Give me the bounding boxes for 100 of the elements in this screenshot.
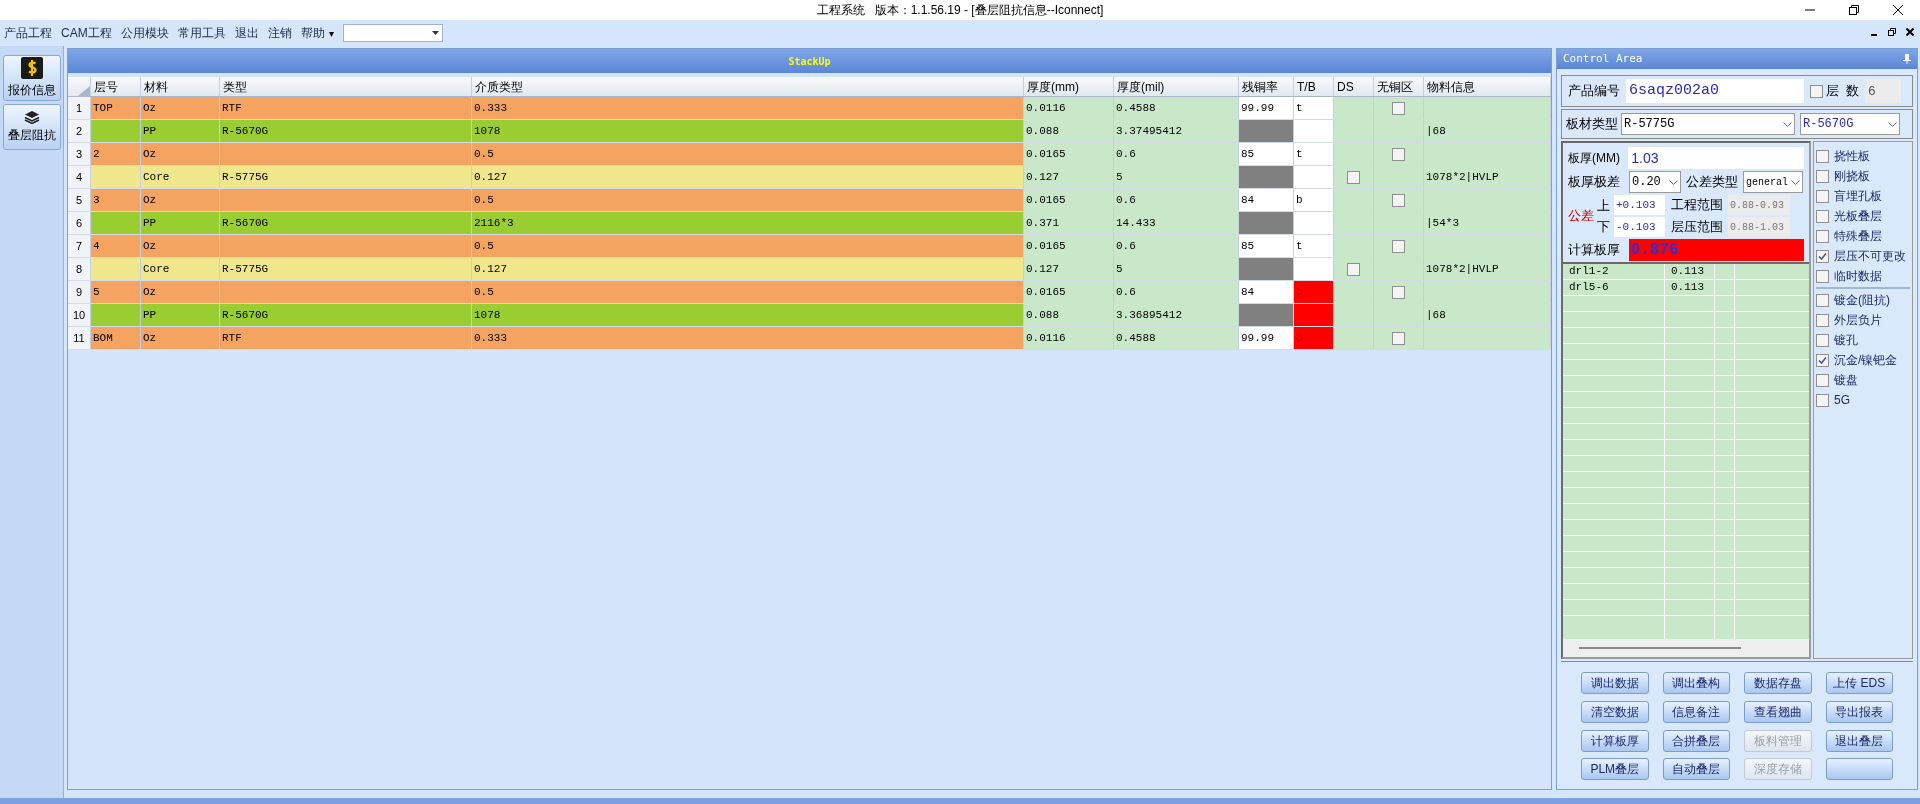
- checkbox[interactable]: [1392, 285, 1405, 299]
- dropdown[interactable]: general: [1743, 171, 1803, 193]
- action-button[interactable]: 查看翘曲: [1744, 700, 1812, 723]
- action-button[interactable]: PLM叠层: [1581, 758, 1649, 781]
- action-button[interactable]: 自动叠层: [1662, 758, 1730, 781]
- action-button[interactable]: [1825, 758, 1893, 781]
- action-button[interactable]: 导出报表: [1825, 700, 1893, 723]
- table-cell: Oz: [141, 327, 220, 349]
- action-button[interactable]: 调出叠构: [1662, 672, 1730, 694]
- table-cell: R-5670G: [220, 120, 472, 142]
- action-button[interactable]: 上传 EDS: [1825, 672, 1893, 694]
- table-cell: [1239, 166, 1294, 188]
- action-button[interactable]: 数据存盘: [1744, 672, 1812, 694]
- column-header[interactable]: T/B: [1294, 77, 1334, 96]
- checkbox-label[interactable]: 镀金(阻抗): [1834, 291, 1890, 309]
- checkbox-label[interactable]: 盲埋孔板: [1834, 187, 1882, 205]
- restore-icon[interactable]: [1849, 5, 1859, 15]
- checkbox[interactable]: [1816, 269, 1829, 283]
- checkbox-label[interactable]: 5G: [1834, 391, 1850, 409]
- checkbox-label[interactable]: 特殊叠层: [1834, 227, 1882, 245]
- checkbox[interactable]: [1816, 249, 1829, 263]
- column-header[interactable]: 厚度(mm): [1024, 77, 1114, 96]
- column-header[interactable]: DS: [1334, 77, 1374, 96]
- action-button[interactable]: 合拼叠层: [1662, 729, 1730, 752]
- dropdown[interactable]: R-5670G: [1800, 113, 1900, 135]
- checkbox-label[interactable]: 挠性板: [1834, 147, 1870, 165]
- menu-item[interactable]: 常用工具: [177, 24, 226, 42]
- column-header[interactable]: 类型: [220, 77, 472, 96]
- action-button[interactable]: 调出数据: [1581, 672, 1649, 694]
- checkbox[interactable]: [1392, 331, 1405, 345]
- column-header[interactable]: 材料: [141, 77, 220, 96]
- table-cell: 0.333: [472, 327, 1024, 349]
- table-cell: 1078*2|HVLP: [1424, 166, 1551, 188]
- checkbox-label[interactable]: 临时数据: [1834, 267, 1882, 285]
- action-button[interactable]: 退出叠层: [1825, 729, 1893, 752]
- checkbox[interactable]: [1392, 239, 1405, 253]
- sidebar-button[interactable]: 报价信息: [2, 55, 61, 101]
- checkbox[interactable]: [1816, 373, 1829, 387]
- checkbox-label[interactable]: 外层负片: [1834, 311, 1882, 329]
- checkbox-label[interactable]: 刚挠板: [1834, 167, 1870, 185]
- checkbox[interactable]: [1392, 193, 1405, 207]
- table-cell: BOM: [91, 327, 141, 349]
- checkbox[interactable]: [1810, 84, 1823, 98]
- checkbox-label[interactable]: 镀孔: [1834, 331, 1858, 349]
- checkbox[interactable]: [1816, 353, 1829, 367]
- table-cell: 0.127: [472, 166, 1024, 188]
- checkbox[interactable]: [1816, 169, 1829, 183]
- checkbox[interactable]: [1816, 393, 1829, 407]
- dropdown[interactable]: R-5775G: [1621, 113, 1795, 135]
- dollar-icon: [20, 57, 43, 79]
- column-header[interactable]: 层号: [91, 77, 141, 96]
- restore-icon[interactable]: [1888, 28, 1896, 36]
- table-cell: [1334, 120, 1374, 142]
- input-field[interactable]: 6saqz002a0: [1626, 79, 1804, 103]
- table-cell: |68: [1424, 304, 1551, 326]
- close-icon[interactable]: [1906, 28, 1914, 36]
- column-header[interactable]: 介质类型: [472, 77, 1024, 96]
- checkbox[interactable]: [1392, 101, 1405, 115]
- menu-item[interactable]: 帮助: [300, 24, 325, 42]
- field-label: 上: [1597, 196, 1611, 215]
- table-cell: 0.5: [472, 281, 1024, 303]
- checkbox[interactable]: [1347, 170, 1360, 184]
- column-header[interactable]: 厚度(mil): [1114, 77, 1239, 96]
- checkbox[interactable]: [1392, 147, 1405, 161]
- input-field[interactable]: -0.103: [1614, 217, 1665, 237]
- checkbox[interactable]: [1816, 293, 1829, 307]
- sidebar-button[interactable]: 叠层阻抗: [2, 104, 61, 150]
- checkbox-label[interactable]: 沉金/镍钯金: [1834, 351, 1898, 369]
- input-field[interactable]: +0.103: [1614, 195, 1665, 215]
- checkbox[interactable]: [1816, 229, 1829, 243]
- checkbox[interactable]: [1816, 149, 1829, 163]
- checkbox-label[interactable]: 光板叠层: [1834, 207, 1882, 225]
- column-header[interactable]: 物料信息: [1424, 77, 1551, 96]
- combo-box[interactable]: [342, 24, 443, 42]
- scrollbar-thumb[interactable]: [1579, 647, 1741, 649]
- checkbox[interactable]: [1347, 262, 1360, 276]
- action-button[interactable]: 信息备注: [1662, 700, 1730, 723]
- menu-item[interactable]: 产品工程: [4, 24, 52, 42]
- column-header[interactable]: 残铜率: [1239, 77, 1294, 96]
- checkbox-label[interactable]: 镀盘: [1834, 371, 1858, 389]
- checkbox[interactable]: [1816, 189, 1829, 203]
- menu-item[interactable]: 退出: [234, 24, 259, 42]
- checkbox[interactable]: [1816, 209, 1829, 223]
- action-button[interactable]: 清空数据: [1581, 700, 1649, 723]
- menu-item[interactable]: 注销: [267, 24, 292, 42]
- table-cell: [1334, 304, 1374, 326]
- chevron-down-icon: [1783, 121, 1792, 127]
- table-cell: 0.088: [1024, 120, 1114, 142]
- menu-item[interactable]: CAM工程: [61, 24, 112, 42]
- dropdown[interactable]: 0.20: [1629, 171, 1681, 193]
- action-button[interactable]: 计算板厚: [1581, 729, 1649, 752]
- menu-item[interactable]: 公用模块: [120, 24, 169, 42]
- checkbox[interactable]: [1816, 333, 1829, 347]
- checkbox[interactable]: [1816, 313, 1829, 327]
- close-icon[interactable]: [1893, 5, 1903, 15]
- checkbox-label[interactable]: 层压不可更改: [1834, 247, 1906, 265]
- pin-icon[interactable]: [1903, 54, 1911, 64]
- column-header[interactable]: 无铜区: [1374, 77, 1424, 96]
- input-field[interactable]: 1.03: [1628, 147, 1804, 169]
- dropdown-arrow[interactable]: ▾: [328, 25, 334, 41]
